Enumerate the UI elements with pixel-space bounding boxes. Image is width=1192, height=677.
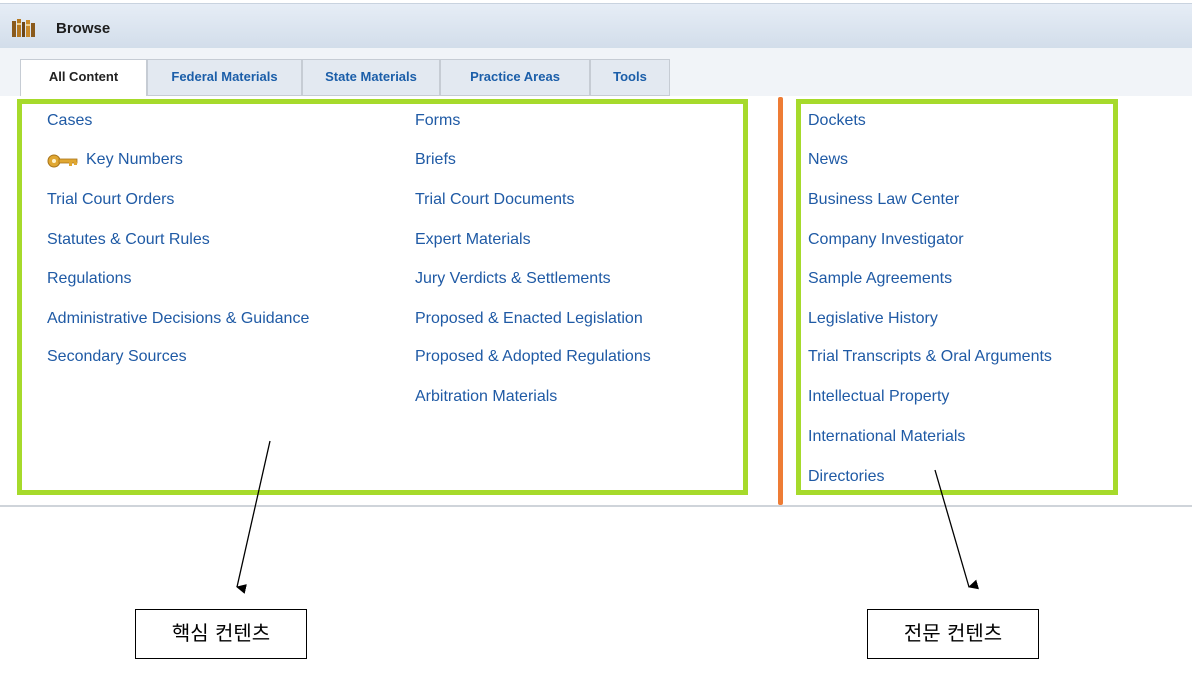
core-arrow — [236, 440, 271, 594]
specialty-arrow — [934, 469, 980, 590]
annotation-arrows — [236, 440, 980, 594]
core-content-label: 핵심 컨텐츠 — [135, 609, 307, 659]
specialty-content-label: 전문 컨텐츠 — [867, 609, 1039, 659]
